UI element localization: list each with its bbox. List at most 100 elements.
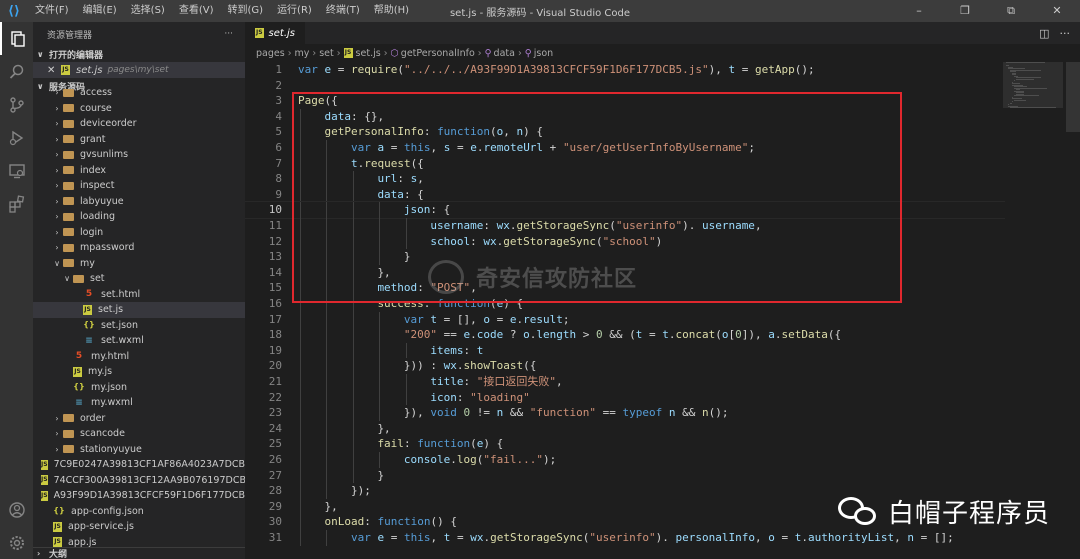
source-control-icon[interactable] <box>0 88 33 121</box>
menu-item[interactable]: 选择(S) <box>124 0 172 22</box>
tree-file[interactable]: 5 set.html <box>33 287 245 303</box>
run-debug-icon[interactable] <box>0 121 33 154</box>
code-line[interactable]: 23}), void 0 != n && "function" == typeo… <box>245 405 1005 421</box>
code-line[interactable]: 19 items: t <box>245 342 1005 359</box>
breadcrumb-item[interactable]: data <box>494 48 515 59</box>
layout-button[interactable]: ❐ <box>942 0 988 22</box>
tree-folder[interactable]: › gvsunlims <box>33 147 245 163</box>
breadcrumb-item[interactable]: set.js <box>356 48 381 59</box>
code-line[interactable]: 9 data: { <box>245 186 1005 203</box>
minimize-button[interactable]: – <box>896 0 942 22</box>
settings-gear-icon[interactable] <box>0 526 33 559</box>
explorer-icon[interactable] <box>0 22 33 55</box>
code-line[interactable]: 27} <box>245 467 1005 484</box>
tree-folder[interactable]: › stationyuyue <box>33 442 245 458</box>
code-line[interactable]: 25 fail: function(e) { <box>245 436 1005 452</box>
search-icon[interactable] <box>0 55 33 88</box>
code-line[interactable]: 1 var e = require("../../../A93F99D1A3981… <box>245 62 1005 78</box>
code-line[interactable]: 15 method: "POST", <box>245 280 1005 296</box>
tree-file[interactable]: JS 74CCF300A39813CF12AA9B076197DCB5... <box>33 473 245 489</box>
minimap[interactable] <box>1003 62 1063 559</box>
menu-item[interactable]: 文件(F) <box>28 0 76 22</box>
tree-folder[interactable]: › course <box>33 101 245 117</box>
tree-folder[interactable]: › scancode <box>33 426 245 442</box>
tree-folder[interactable]: › loading <box>33 209 245 225</box>
code-line[interactable]: 21 title: "接口返回失败", <box>245 374 1005 390</box>
code-line[interactable]: 20})) : wx.showToast({ <box>245 358 1005 374</box>
code-line[interactable]: 30 onLoad: function() { <box>245 514 1005 530</box>
more-actions-icon[interactable]: ··· <box>1060 27 1071 40</box>
menu-item[interactable]: 运行(R) <box>270 0 319 22</box>
open-editor-item[interactable]: ✕ JS set.js pages\my\set <box>33 62 245 78</box>
tree-folder[interactable]: › grant <box>33 132 245 148</box>
code-line[interactable]: 17 var t = [], o = e.result; <box>245 311 1005 328</box>
close-window-button[interactable]: ✕ <box>1034 0 1080 22</box>
tree-folder[interactable]: › deviceorder <box>33 116 245 132</box>
breadcrumb-item[interactable]: set <box>319 48 334 59</box>
tree-file[interactable]: JS app-service.js <box>33 519 245 535</box>
menu-item[interactable]: 帮助(H) <box>367 0 416 22</box>
code-line[interactable]: 18 "200" == e.code ? o.length > 0 && (t =… <box>245 327 1005 343</box>
account-icon[interactable] <box>0 493 33 526</box>
code-editor[interactable]: 1 var e = require("../../../A93F99D1A3981… <box>245 62 1005 559</box>
breadcrumb-item[interactable]: pages <box>256 48 285 59</box>
code-line[interactable]: 29}, <box>245 498 1005 515</box>
code-line[interactable]: 12 school: wx.getStorageSync("school") <box>245 233 1005 250</box>
code-line[interactable]: 4 data: {}, <box>245 108 1005 125</box>
remote-explorer-icon[interactable] <box>0 154 33 187</box>
code-line[interactable]: 16 success: function(e) { <box>245 296 1005 312</box>
tree-folder[interactable]: ∨ my <box>33 256 245 272</box>
code-line[interactable]: 13} <box>245 249 1005 265</box>
code-line[interactable]: 26 console.log("fail..."); <box>245 452 1005 468</box>
tree-file[interactable]: JS A93F99D1A39813CFCF59F1D6F177DCB5... <box>33 488 245 504</box>
menu-item[interactable]: 终端(T) <box>319 0 367 22</box>
tree-folder[interactable]: › access <box>33 85 245 101</box>
code-token: url <box>377 172 398 186</box>
split-editor-icon[interactable]: ◫ <box>1039 27 1049 40</box>
tree-folder[interactable]: › mpassword <box>33 240 245 256</box>
code-line[interactable]: 5 getPersonalInfo: function(o, n) { <box>245 124 1005 140</box>
code-line[interactable]: 8 url: s, <box>245 171 1005 187</box>
extensions-icon[interactable] <box>0 187 33 220</box>
code-line[interactable]: 6 var a = this, s = e.remoteUrl + "user/g… <box>245 140 1005 156</box>
open-editors-section[interactable]: ∨ 打开的编辑器 <box>33 46 245 62</box>
more-actions-icon[interactable]: ··· <box>224 29 233 39</box>
menu-item[interactable]: 查看(V) <box>172 0 221 22</box>
code-line[interactable]: 24}, <box>245 420 1005 437</box>
code-line[interactable]: 2 <box>245 78 1005 94</box>
tree-file[interactable]: {} app-config.json <box>33 504 245 520</box>
code-line[interactable]: 11 username: wx.getStorageSync("userinfo"… <box>245 218 1005 234</box>
menu-item[interactable]: 编辑(E) <box>76 0 124 22</box>
restore-button[interactable]: ⧉ <box>988 0 1034 22</box>
code-line[interactable]: 14}, <box>245 264 1005 281</box>
breadcrumb-item[interactable]: getPersonalInfo <box>401 48 475 59</box>
tree-file[interactable]: JS set.js <box>33 302 245 318</box>
code-line[interactable]: 3 Page({ <box>245 93 1005 109</box>
tree-file[interactable]: 5 my.html <box>33 349 245 365</box>
code-line[interactable]: 28}); <box>245 483 1005 499</box>
breadcrumb-item[interactable]: json <box>534 48 553 59</box>
code-line[interactable]: 31 var e = this, t = wx.getStorageSync("u… <box>245 530 1005 546</box>
tree-folder[interactable]: › index <box>33 163 245 179</box>
tree-file[interactable]: {} my.json <box>33 380 245 396</box>
tree-file[interactable]: JS 7C9E0247A39813CF1AF86A4023A7DCB5... <box>33 457 245 473</box>
outline-section[interactable]: › 大纲 <box>33 547 245 559</box>
tree-folder[interactable]: › login <box>33 225 245 241</box>
tree-folder[interactable]: ∨ set <box>33 271 245 287</box>
tree-file[interactable]: ≡ my.wxml <box>33 395 245 411</box>
tree-folder[interactable]: › labyuyue <box>33 194 245 210</box>
menu-item[interactable]: 转到(G) <box>221 0 271 22</box>
code-line[interactable]: 10 json: { <box>245 201 1005 219</box>
code-line[interactable]: 22 icon: "loading" <box>245 389 1005 406</box>
tree-file[interactable]: JS my.js <box>33 364 245 380</box>
breadcrumb-item[interactable]: my <box>295 48 310 59</box>
tree-folder[interactable]: › inspect <box>33 178 245 194</box>
tree-folder[interactable]: › order <box>33 411 245 427</box>
tab-set-js[interactable]: JS set.js <box>245 22 305 44</box>
scrollbar-thumb[interactable] <box>1066 62 1080 132</box>
close-icon[interactable]: ✕ <box>47 65 61 76</box>
tree-file[interactable]: {} set.json <box>33 318 245 334</box>
tree-file[interactable]: ≡ set.wxml <box>33 333 245 349</box>
vertical-scrollbar[interactable] <box>1066 62 1080 559</box>
code-line[interactable]: 7 t.request({ <box>245 155 1005 172</box>
